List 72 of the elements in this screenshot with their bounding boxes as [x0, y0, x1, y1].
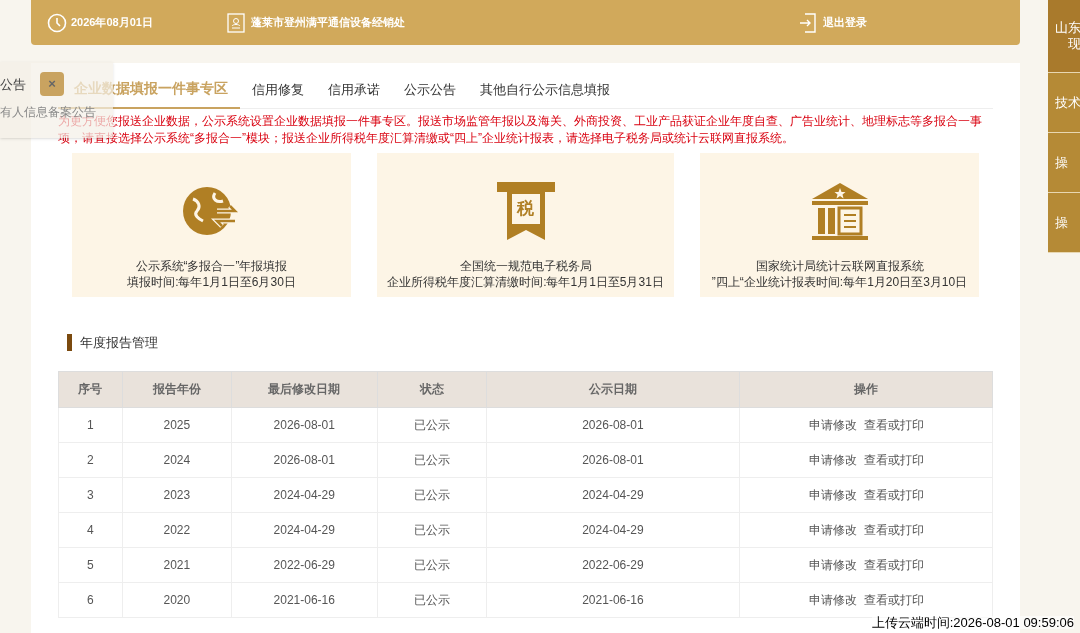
table-cell: 2022-06-29 — [486, 547, 740, 582]
table-cell: 2026-08-01 — [231, 407, 378, 442]
action-link[interactable]: 查看或打印 — [863, 417, 924, 432]
card-subtitle: 填报时间:每年1月1日至6月30日 — [127, 274, 296, 290]
table-cell: 2020 — [122, 582, 232, 617]
table-cell: 2024-04-29 — [486, 512, 740, 547]
action-link[interactable]: 查看或打印 — [863, 487, 924, 502]
table-cell: 2026-08-01 — [231, 442, 378, 477]
tab[interactable]: 信用承诺 — [316, 79, 392, 108]
tab[interactable]: 公示公告 — [392, 79, 468, 108]
table-cell: 2023 — [122, 477, 232, 512]
section-marker — [67, 334, 72, 352]
action-link[interactable]: 查看或打印 — [863, 452, 924, 467]
side-tab[interactable]: 山东 现 — [1048, 0, 1080, 73]
table-cell: 2021-06-16 — [486, 582, 740, 617]
table-cell: 4 — [58, 512, 123, 547]
table-cell: 已公示 — [377, 407, 487, 442]
table-cell: 已公示 — [377, 547, 487, 582]
card-title: 全国统一规范电子税务局 — [459, 258, 592, 274]
column-header: 报告年份 — [122, 371, 232, 407]
tab[interactable]: 其他自行公示信息填报 — [468, 79, 622, 108]
popup-title: 公告 — [0, 78, 26, 91]
action-link[interactable]: 查看或打印 — [863, 592, 924, 607]
table-cell: 2024-04-29 — [231, 477, 378, 512]
table-cell: 2026-08-01 — [486, 442, 740, 477]
company-name: 蓬莱市登州满平通信设备经销处 — [251, 15, 406, 31]
column-header: 公示日期 — [486, 371, 740, 407]
clock-icon — [47, 12, 67, 33]
action-link[interactable]: 查看或打印 — [863, 522, 924, 537]
service-card[interactable]: 国家统计局统计云联网直报系统 ”四上“企业统计报表时间:每年1月20日至3月10日 — [700, 153, 979, 297]
column-header: 最后修改日期 — [231, 371, 378, 407]
action-link[interactable]: 申请修改 — [808, 452, 857, 467]
table-cell: 2022 — [122, 512, 232, 547]
table-cell: 已公示 — [377, 442, 487, 477]
table-cell: 已公示 — [377, 582, 487, 617]
card-title: 公示系统“多报合一”年报填报 — [135, 258, 288, 274]
table-cell: 已公示 — [377, 512, 487, 547]
table-cell: 2022-06-29 — [231, 547, 378, 582]
action-link[interactable]: 查看或打印 — [863, 557, 924, 572]
government-building-icon — [809, 181, 870, 241]
id-badge-icon — [227, 12, 245, 33]
action-link[interactable]: 申请修改 — [808, 592, 857, 607]
table-cell: 2021 — [122, 547, 232, 582]
column-header: 状态 — [377, 371, 487, 407]
card-subtitle: ”四上“企业统计报表时间:每年1月20日至3月10日 — [711, 274, 968, 290]
table-cell: 2024-04-29 — [486, 477, 740, 512]
tab[interactable]: 信用修复 — [240, 79, 316, 108]
table-cell: 已公示 — [377, 477, 487, 512]
table-cell: 6 — [58, 582, 123, 617]
date-text: 2026年08月01日 — [71, 15, 154, 31]
table-cell: 5 — [58, 547, 123, 582]
table-cell: 2021-06-16 — [231, 582, 378, 617]
section-title: 年度报告管理 — [80, 334, 158, 352]
table-cell: 2024-04-29 — [231, 512, 378, 547]
table-cell: 2 — [58, 442, 123, 477]
action-link[interactable]: 申请修改 — [808, 522, 857, 537]
table-cell: 2026-08-01 — [486, 407, 740, 442]
upload-time-text: 上传云端时间:2026-08-01 09:59:06 — [871, 616, 1074, 629]
table-cell: 1 — [58, 407, 123, 442]
service-card[interactable]: 税 全国统一规范电子税务局 企业所得税年度汇算清缴时间:每年1月1日至5月31日 — [377, 153, 674, 297]
card-subtitle: 企业所得税年度汇算清缴时间:每年1月1日至5月31日 — [387, 274, 664, 290]
action-link[interactable]: 申请修改 — [808, 417, 857, 432]
action-link[interactable]: 申请修改 — [808, 487, 857, 502]
card-title: 国家统计局统计云联网直报系统 — [755, 258, 924, 274]
column-header: 操作 — [739, 371, 993, 407]
column-header: 序号 — [58, 371, 123, 407]
logout-icon — [799, 12, 817, 33]
action-link[interactable]: 申请修改 — [808, 557, 857, 572]
service-card[interactable]: 公示系统“多报合一”年报填报 填报时间:每年1月1日至6月30日 — [72, 153, 351, 297]
table-cell: 2025 — [122, 407, 232, 442]
table-cell: 2024 — [122, 442, 232, 477]
table-cell: 3 — [58, 477, 123, 512]
